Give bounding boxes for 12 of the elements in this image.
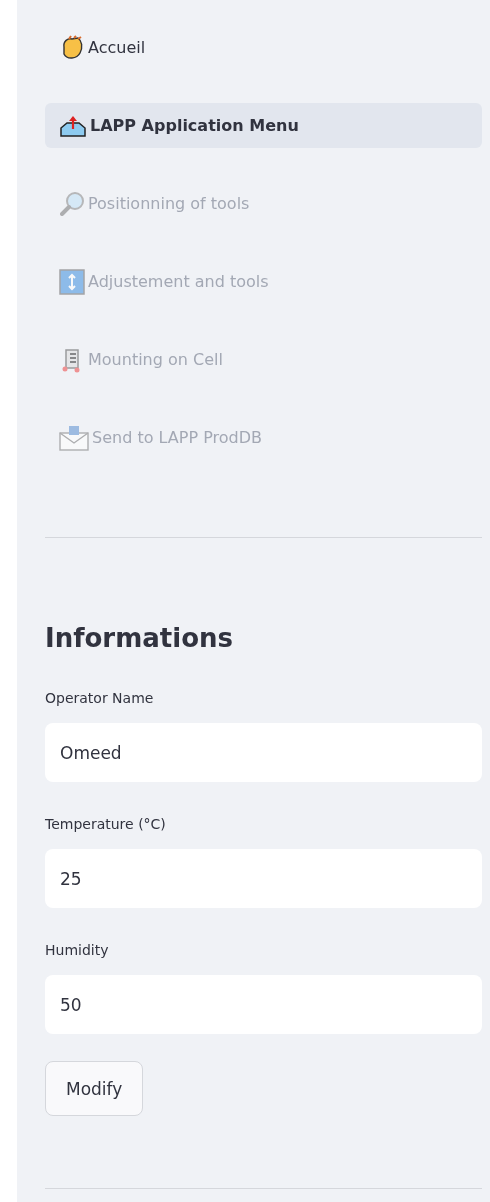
input-field[interactable]: 50 <box>45 975 482 1034</box>
modify-button[interactable]: Modify <box>45 1061 144 1116</box>
field-label: Operator Name <box>45 690 155 707</box>
magnifier-icon <box>59 190 85 217</box>
nav-link[interactable]: LAPP Application Menu <box>45 103 482 148</box>
field-label: Temperature (°C) <box>45 816 167 833</box>
input-field[interactable]: Omeed <box>45 723 482 782</box>
nav-link[interactable]: Accueil <box>45 25 482 70</box>
field-label: Humidity <box>45 942 110 959</box>
envelope-icon <box>59 424 89 451</box>
section-heading: Informations <box>45 622 234 654</box>
input-field[interactable]: 25 <box>45 849 482 908</box>
